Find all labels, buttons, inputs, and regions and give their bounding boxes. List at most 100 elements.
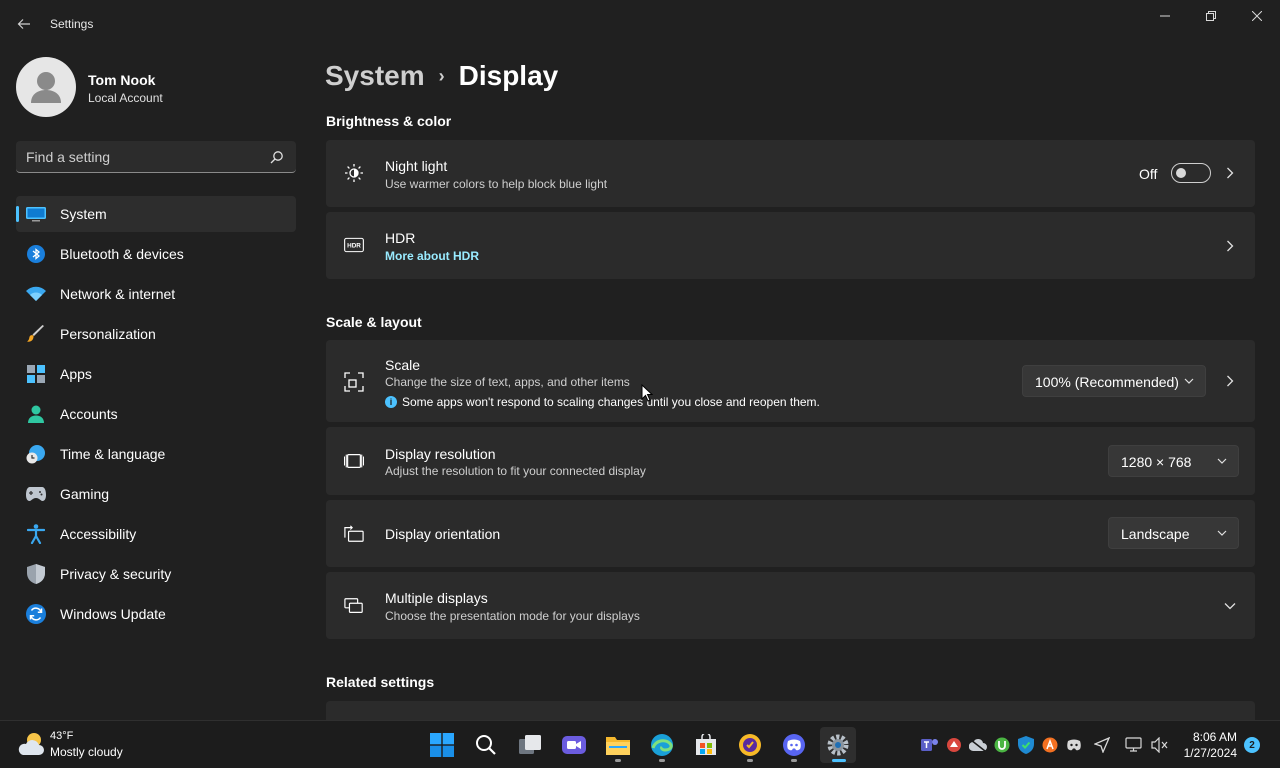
hdr-card[interactable]: HDR HDR More about HDR xyxy=(326,212,1255,279)
sidebar-item-apps[interactable]: Apps xyxy=(16,356,296,392)
discord-icon xyxy=(783,734,805,756)
teams-tray-icon[interactable] xyxy=(921,736,939,754)
sidebar-item-accounts[interactable]: Accounts xyxy=(16,396,296,432)
clock-date: 1/27/2024 xyxy=(1183,746,1237,760)
sidebar-item-label: Bluetooth & devices xyxy=(60,246,184,262)
running-indicator xyxy=(832,759,846,762)
sidebar-item-network[interactable]: Network & internet xyxy=(16,276,296,312)
network-tray-icon[interactable] xyxy=(1125,736,1143,754)
sidebar-item-label: Network & internet xyxy=(60,286,176,302)
sidebar-item-label: System xyxy=(60,206,107,222)
night-light-toggle[interactable] xyxy=(1171,163,1211,183)
sidebar-item-label: Privacy & security xyxy=(60,566,172,582)
task-view-button[interactable] xyxy=(512,727,548,763)
taskbar-app-meet[interactable] xyxy=(556,727,592,763)
taskbar-app-edge[interactable] xyxy=(644,727,680,763)
brightness-icon xyxy=(344,163,364,183)
user-name: Tom Nook xyxy=(88,72,156,88)
running-indicator xyxy=(791,759,797,762)
taskbar-app-store[interactable] xyxy=(688,727,724,763)
windows-logo-icon xyxy=(430,733,454,757)
sidebar-item-windows-update[interactable]: Windows Update xyxy=(16,596,296,632)
store-icon xyxy=(696,734,716,755)
sidebar-item-time-language[interactable]: Time & language xyxy=(16,436,296,472)
minimize-button[interactable] xyxy=(1142,0,1188,32)
user-profile[interactable]: Tom Nook Local Account xyxy=(16,57,296,117)
close-icon xyxy=(1252,11,1262,21)
running-indicator xyxy=(747,759,753,762)
chevron-down-icon[interactable] xyxy=(1223,599,1237,613)
resolution-icon xyxy=(344,451,364,471)
multiple-displays-card[interactable]: Multiple displays Choose the presentatio… xyxy=(326,572,1255,639)
orientation-icon xyxy=(344,524,364,544)
resolution-dropdown[interactable]: 1280 × 768 xyxy=(1108,445,1239,477)
task-view-icon xyxy=(519,735,541,754)
system-icon xyxy=(26,204,46,224)
toggle-knob xyxy=(1176,168,1186,178)
orientation-dropdown[interactable]: Landscape xyxy=(1108,517,1239,549)
brush-icon xyxy=(26,324,46,344)
edge-browser-icon xyxy=(651,734,673,756)
start-button[interactable] xyxy=(424,727,460,763)
sidebar-item-label: Apps xyxy=(60,366,92,382)
account-type: Local Account xyxy=(88,91,163,105)
defender-tray-icon[interactable] xyxy=(1017,736,1035,754)
volume-muted-tray-icon[interactable] xyxy=(1151,736,1169,754)
notification-badge[interactable]: 2 xyxy=(1244,737,1260,753)
breadcrumb: System › Display xyxy=(325,58,558,94)
chevron-down-icon xyxy=(1184,378,1194,384)
hdr-title: HDR xyxy=(385,230,416,246)
apps-icon xyxy=(26,364,46,384)
avast-tray-icon[interactable] xyxy=(1041,736,1059,754)
sidebar-item-personalization[interactable]: Personalization xyxy=(16,316,296,352)
accessibility-icon xyxy=(26,524,46,544)
related-settings-card[interactable] xyxy=(326,701,1255,720)
night-light-card[interactable]: Night light Use warmer colors to help bl… xyxy=(326,140,1255,207)
sidebar-item-privacy-security[interactable]: Privacy & security xyxy=(16,556,296,592)
clock-time: 8:06 AM xyxy=(1192,730,1237,744)
taskbar-app-settings[interactable] xyxy=(820,727,856,763)
taskbar-app-norton[interactable] xyxy=(732,727,768,763)
discord-tray-icon[interactable] xyxy=(1065,736,1083,754)
restore-button[interactable] xyxy=(1188,0,1234,32)
sidebar-item-gaming[interactable]: Gaming xyxy=(16,476,296,512)
taskbar: 43°F Mostly cloudy 8:06 AM 1/27/2024 2 xyxy=(0,720,1280,768)
search-input[interactable] xyxy=(26,141,266,172)
torrent-tray-icon[interactable] xyxy=(993,736,1011,754)
app-title: Settings xyxy=(50,17,94,31)
sidebar-item-label: Accounts xyxy=(60,406,118,422)
scale-note: i Some apps won't respond to scaling cha… xyxy=(385,395,820,409)
taskbar-app-discord[interactable] xyxy=(776,727,812,763)
breadcrumb-parent[interactable]: System xyxy=(325,60,425,92)
section-heading-brightness: Brightness & color xyxy=(326,113,452,129)
sidebar-item-accessibility[interactable]: Accessibility xyxy=(16,516,296,552)
scale-card[interactable]: Scale Change the size of text, apps, and… xyxy=(326,340,1255,422)
search-icon[interactable] xyxy=(270,150,284,164)
gear-icon xyxy=(827,734,849,756)
location-tray-icon[interactable] xyxy=(1093,736,1111,754)
taskbar-app-file-explorer[interactable] xyxy=(600,727,636,763)
mouse-cursor-icon xyxy=(641,384,653,402)
hdr-more-link[interactable]: More about HDR xyxy=(385,249,479,263)
cloud-tray-icon[interactable] xyxy=(969,736,987,754)
chevron-right-icon[interactable] xyxy=(1223,239,1237,253)
chevron-right-icon[interactable] xyxy=(1223,374,1237,388)
sidebar-item-system[interactable]: System xyxy=(16,196,296,232)
wifi-icon xyxy=(26,284,46,304)
sidebar-item-label: Time & language xyxy=(60,446,166,462)
chevron-right-icon[interactable] xyxy=(1223,166,1237,180)
sidebar-item-label: Personalization xyxy=(60,326,156,342)
scale-dropdown[interactable]: 100% (Recommended) xyxy=(1022,365,1206,397)
close-button[interactable] xyxy=(1234,0,1280,32)
arrow-left-icon xyxy=(17,19,30,29)
app-tray-icon[interactable] xyxy=(945,736,963,754)
avatar xyxy=(16,57,76,117)
weather-description: Mostly cloudy xyxy=(50,745,123,759)
taskbar-search-button[interactable] xyxy=(468,727,504,763)
display-resolution-subtitle: Adjust the resolution to fit your connec… xyxy=(385,464,646,478)
security-app-icon xyxy=(739,734,761,756)
night-light-state: Off xyxy=(1139,166,1158,182)
search-box xyxy=(16,141,296,173)
back-button[interactable] xyxy=(12,12,36,36)
sidebar-item-bluetooth[interactable]: Bluetooth & devices xyxy=(16,236,296,272)
